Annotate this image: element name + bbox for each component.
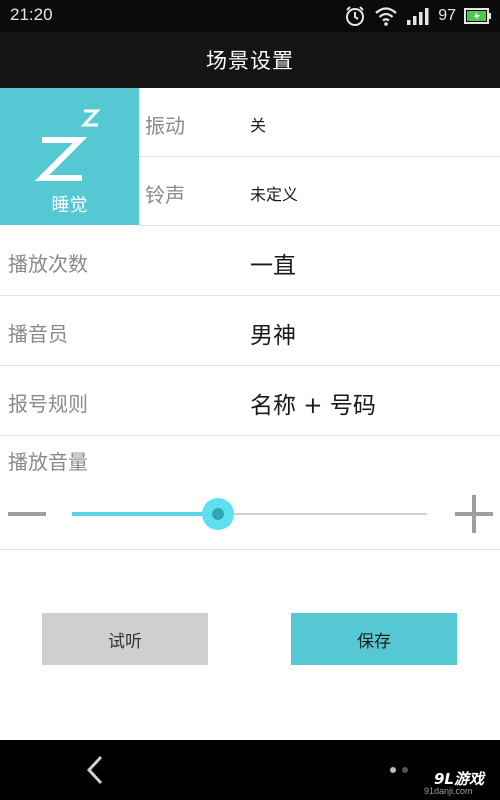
page-dot [390, 767, 396, 773]
status-bar: 21:20 97 [0, 0, 500, 32]
announcer-label: 播音员 [8, 322, 68, 346]
volume-decrease-button[interactable] [8, 512, 46, 516]
status-time: 21:20 [10, 5, 53, 24]
page-dot [402, 767, 408, 773]
page-indicator [390, 767, 408, 773]
signal-icon [407, 8, 429, 25]
play-count-row[interactable]: 播放次数 一直 [0, 226, 500, 296]
back-icon[interactable] [84, 754, 106, 786]
ringtone-value: 未定义 [250, 185, 299, 204]
watermark-url: 91danji.com [424, 786, 473, 796]
status-icons: 97 [344, 4, 492, 28]
battery-percent: 97 [438, 7, 456, 24]
vibration-row[interactable]: 振动 关 [139, 88, 500, 157]
volume-slider-thumb[interactable] [201, 498, 234, 530]
volume-slider-fill [72, 512, 218, 516]
scene-label: 睡觉 [51, 195, 88, 216]
ringtone-row[interactable]: 铃声 未定义 [139, 157, 500, 226]
ringtone-label: 铃声 [145, 183, 185, 207]
sleep-zz-icon [34, 109, 101, 181]
save-button[interactable]: 保存 [291, 613, 457, 665]
number-rule-label: 报号规则 [8, 392, 88, 416]
vibration-value: 关 [250, 116, 267, 135]
page-title: 场景设置 [206, 49, 294, 73]
title-bar: 场景设置 [0, 32, 500, 88]
wifi-icon [375, 7, 397, 26]
announcer-value: 男神 [250, 323, 296, 349]
volume-section: 播放音量 [0, 436, 500, 550]
watermark: 9L游戏 91danji.com [420, 768, 500, 800]
test-listen-button[interactable]: 试听 [42, 613, 208, 665]
volume-label: 播放音量 [8, 450, 88, 474]
vibration-label: 振动 [145, 114, 185, 138]
scene-tile[interactable]: 睡觉 [0, 88, 139, 225]
volume-increase-button[interactable] [455, 495, 493, 533]
number-rule-value: 名称 + 号码 [250, 393, 376, 419]
announcer-row[interactable]: 播音员 男神 [0, 296, 500, 366]
alarm-icon [346, 6, 365, 26]
number-rule-row[interactable]: 报号规则 名称 + 号码 [0, 366, 500, 436]
play-count-label: 播放次数 [8, 252, 88, 276]
battery-icon [464, 8, 491, 24]
play-count-value: 一直 [250, 253, 296, 279]
